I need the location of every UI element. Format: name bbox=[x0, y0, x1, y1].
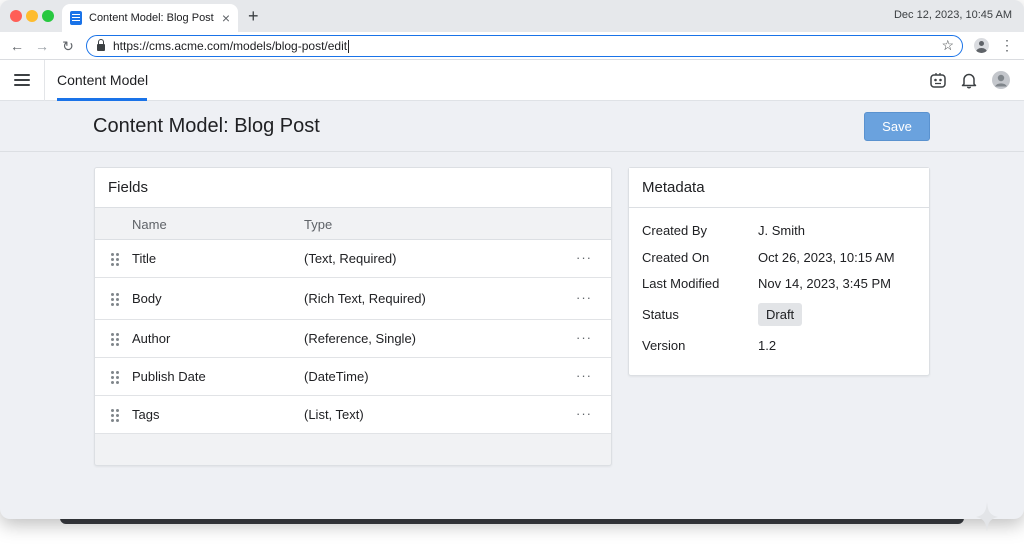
version-value: 1.2 bbox=[758, 338, 777, 353]
drag-handle-icon[interactable] bbox=[111, 253, 119, 266]
created-on-label: Created On bbox=[642, 250, 710, 265]
page-title: Content Model: Blog Post bbox=[93, 115, 320, 137]
column-header-type: Type bbox=[304, 217, 333, 232]
table-row[interactable]: Author (Reference, Single) ··· bbox=[95, 320, 611, 358]
tab-content-model[interactable]: Content Model bbox=[57, 72, 148, 88]
close-tab-icon[interactable]: × bbox=[222, 11, 230, 25]
table-row[interactable]: Title (Text, Required) ··· bbox=[95, 240, 611, 278]
extension-icon[interactable] bbox=[929, 71, 947, 89]
app-header: Content Model bbox=[0, 60, 1024, 101]
fields-heading: Fields bbox=[95, 168, 611, 208]
hamburger-menu-icon[interactable] bbox=[14, 74, 30, 86]
system-clock: Dec 12, 2023, 10:45 AM bbox=[893, 9, 1012, 21]
last-modified-value: Nov 14, 2023, 3:45 PM bbox=[758, 276, 891, 291]
field-type: (Reference, Single) bbox=[304, 331, 416, 346]
reload-icon[interactable]: ↻ bbox=[58, 36, 78, 56]
last-modified-label: Last Modified bbox=[642, 276, 720, 291]
drag-handle-icon[interactable] bbox=[111, 371, 119, 384]
browser-tab-strip: Content Model: Blog Post × + Dec 12, 202… bbox=[0, 0, 1024, 32]
text-caret bbox=[348, 39, 350, 53]
created-by-label: Created By bbox=[642, 223, 708, 238]
save-button[interactable]: Save bbox=[864, 112, 930, 141]
status-label: Status bbox=[642, 307, 679, 322]
created-by-value: J. Smith bbox=[758, 223, 805, 238]
drag-handle-icon[interactable] bbox=[111, 409, 119, 422]
field-name: Tags bbox=[132, 407, 160, 422]
header-divider bbox=[44, 60, 45, 101]
column-header-name: Name bbox=[132, 217, 167, 232]
table-row[interactable]: Publish Date (DateTime) ··· bbox=[95, 358, 611, 396]
back-arrow-icon[interactable]: ← bbox=[7, 36, 27, 56]
lock-icon bbox=[97, 39, 105, 51]
table-row[interactable]: Tags (List, Text) ··· bbox=[95, 396, 611, 434]
bookmark-star-icon[interactable]: ☆ bbox=[941, 37, 954, 54]
field-name: Publish Date bbox=[132, 369, 206, 384]
field-type: (Rich Text, Required) bbox=[304, 291, 426, 306]
field-name: Author bbox=[132, 331, 171, 346]
field-name: Title bbox=[132, 251, 157, 266]
more-options-icon[interactable]: ··· bbox=[576, 368, 592, 383]
version-label: Version bbox=[642, 338, 686, 353]
fields-card: Fields Name Type Title (Text, Required) ··… bbox=[94, 167, 612, 466]
field-type: (List, Text) bbox=[304, 407, 364, 422]
drag-handle-icon[interactable] bbox=[111, 293, 119, 306]
user-avatar-icon[interactable] bbox=[992, 71, 1010, 89]
address-bar[interactable]: https://cms.acme.com/models/blog-post/ed… bbox=[86, 35, 963, 57]
metadata-heading: Metadata bbox=[629, 168, 929, 208]
browser-window: Content Model: Blog Post × + Dec 12, 202… bbox=[0, 0, 1024, 519]
metadata-card: Metadata Created By J. Smith Created On … bbox=[628, 167, 930, 376]
browser-menu-icon[interactable]: ⋮ bbox=[1000, 36, 1014, 54]
table-row[interactable]: Body (Rich Text, Required) ··· bbox=[95, 278, 611, 320]
field-type: (DateTime) bbox=[304, 369, 369, 384]
status-badge: Draft bbox=[758, 303, 803, 326]
more-options-icon[interactable]: ··· bbox=[576, 290, 592, 305]
close-window-button[interactable] bbox=[10, 10, 22, 22]
bell-icon[interactable] bbox=[960, 71, 978, 89]
browser-toolbar: ← → ↻ https://cms.acme.com/models/blog-p… bbox=[0, 32, 1024, 60]
fields-table-body: Title (Text, Required) ··· Body (Rich Text, … bbox=[95, 240, 611, 434]
new-tab-icon[interactable]: + bbox=[248, 5, 259, 27]
fields-table-header: Name Type bbox=[95, 208, 611, 240]
field-name: Body bbox=[132, 291, 162, 306]
url-text[interactable]: https://cms.acme.com/models/blog-post/ed… bbox=[113, 39, 347, 53]
drag-handle-icon[interactable] bbox=[111, 333, 119, 346]
more-options-icon[interactable]: ··· bbox=[576, 406, 592, 421]
more-options-icon[interactable]: ··· bbox=[576, 330, 592, 345]
browser-tab-title: Content Model: Blog Post bbox=[89, 12, 214, 24]
document-icon bbox=[70, 11, 82, 25]
page-header: Content Model: Blog Post Save bbox=[0, 101, 1024, 152]
sparkle-icon bbox=[976, 502, 998, 532]
more-options-icon[interactable]: ··· bbox=[576, 250, 592, 265]
minimize-window-button[interactable] bbox=[26, 10, 38, 22]
browser-tab-active[interactable]: Content Model: Blog Post × bbox=[62, 4, 238, 32]
field-type: (Text, Required) bbox=[304, 251, 397, 266]
created-on-value: Oct 26, 2023, 10:15 AM bbox=[758, 250, 895, 265]
forward-arrow-icon[interactable]: → bbox=[32, 36, 52, 56]
zoom-window-button[interactable] bbox=[42, 10, 54, 22]
browser-profile-icon[interactable] bbox=[974, 38, 989, 53]
